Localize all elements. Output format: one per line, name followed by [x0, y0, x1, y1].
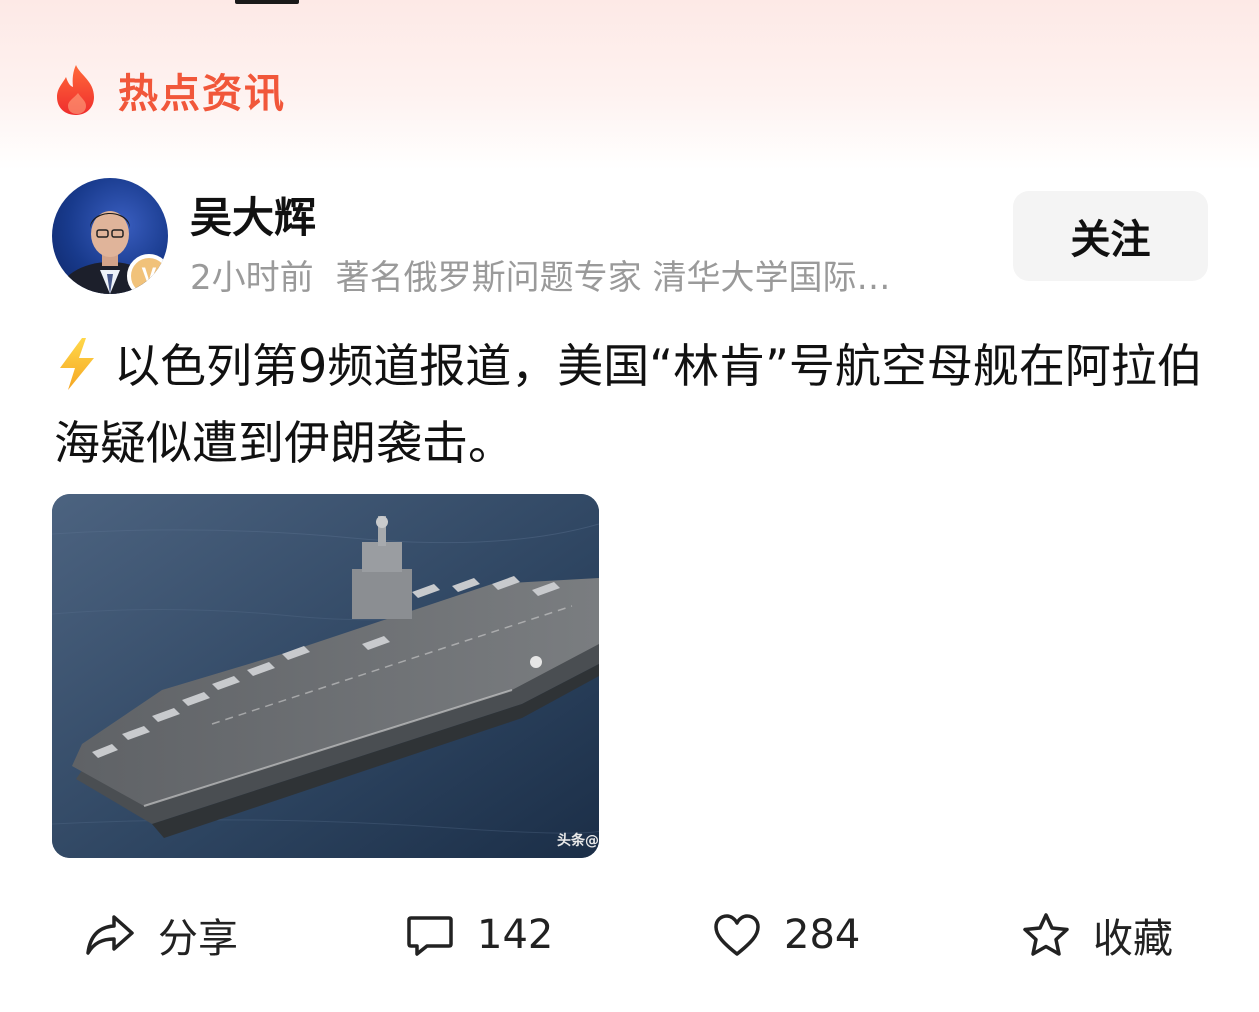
share-label: 分享	[158, 916, 238, 962]
status-bar-indicator	[235, 0, 299, 4]
favorite-button[interactable]: 收藏	[1021, 895, 1173, 975]
post-text: 以色列第9频道报道，美国“林肯”号航空母舰在阿拉伯海疑似遭到伊朗袭击。	[54, 328, 1204, 482]
aircraft-carrier-image	[52, 494, 599, 858]
lightning-icon	[60, 338, 94, 390]
image-watermark: 头条@	[557, 833, 599, 849]
like-count: 284	[784, 912, 861, 958]
author-name[interactable]: 吴大辉	[190, 184, 316, 245]
share-icon	[86, 915, 134, 955]
heart-icon	[714, 914, 760, 956]
comment-count: 142	[477, 912, 554, 958]
comment-button[interactable]: 142	[405, 895, 553, 975]
section-header: 热点资讯	[54, 62, 286, 118]
follow-button[interactable]: 关注	[1013, 191, 1208, 281]
avatar[interactable]: V	[52, 178, 168, 294]
post-image[interactable]: 头条@	[52, 494, 599, 858]
favorite-label: 收藏	[1093, 916, 1173, 962]
post-body: 以色列第9频道报道，美国“林肯”号航空母舰在阿拉伯海疑似遭到伊朗袭击。	[54, 339, 1203, 470]
section-title: 热点资讯	[118, 71, 286, 117]
star-icon	[1023, 913, 1069, 956]
author-row: V 吴大辉 2小时前 著名俄罗斯问题专家 清华大学国际… 关注	[52, 178, 1212, 298]
author-meta: 2小时前 著名俄罗斯问题专家 清华大学国际…	[190, 250, 990, 299]
share-button[interactable]: 分享	[84, 895, 238, 975]
action-bar: 分享 142 284 收藏	[0, 895, 1259, 975]
post-time: 2小时前	[190, 258, 314, 298]
verified-badge: V	[127, 254, 168, 294]
flame-icon	[57, 65, 94, 115]
comment-icon	[407, 916, 453, 956]
like-button[interactable]: 284	[712, 895, 860, 975]
author-description: 著名俄罗斯问题专家 清华大学国际…	[335, 258, 891, 298]
